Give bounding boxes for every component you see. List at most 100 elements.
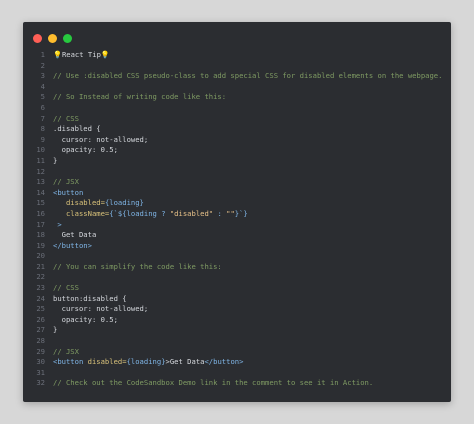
code-line: 16 className={`${loading ? "disabled" : … — [23, 209, 451, 220]
code-token: className= — [53, 208, 110, 218]
code-token: // Check out the CodeSandbox Demo link i… — [53, 378, 374, 388]
line-number: 6 — [40, 102, 45, 112]
code-line: 12 — [23, 167, 451, 178]
line-text: cursor: not-allowed; — [53, 135, 149, 146]
code-line: 15 disabled={loading} — [23, 198, 451, 209]
line-number: 9 — [40, 134, 45, 144]
line-number: 15 — [36, 198, 45, 208]
code-token: "" — [226, 208, 235, 218]
code-line: 25 cursor: not-allowed; — [23, 304, 451, 315]
line-number: 19 — [36, 240, 45, 250]
window-controls — [33, 34, 72, 43]
line-text: // Use :disabled CSS pseudo-class to add… — [53, 71, 442, 82]
line-number: 14 — [36, 187, 45, 197]
code-token: 💡React Tip💡 — [53, 50, 110, 59]
line-text: <button — [53, 188, 83, 199]
line-number: 27 — [36, 325, 45, 335]
line-text: // You can simplify the code like this: — [53, 262, 222, 273]
line-number: 20 — [36, 251, 45, 261]
minimize-dot-icon[interactable] — [48, 34, 57, 43]
close-dot-icon[interactable] — [33, 34, 42, 43]
code-token: button:disabled { — [53, 293, 127, 303]
code-token: {loading} — [126, 357, 166, 367]
line-number: 25 — [36, 304, 45, 314]
line-text: // CSS — [53, 114, 79, 125]
line-text: // JSX — [53, 177, 79, 188]
line-text: cursor: not-allowed; — [53, 304, 149, 315]
code-token: cursor: not-allowed; — [53, 304, 149, 314]
code-token: // CSS — [53, 113, 79, 123]
code-token: opacity: 0.5; — [53, 314, 118, 324]
code-token: // So Instead of writing code like this: — [53, 92, 227, 102]
line-number: 17 — [36, 219, 45, 229]
maximize-dot-icon[interactable] — [63, 34, 72, 43]
code-line: 10 opacity: 0.5; — [23, 145, 451, 156]
code-token: }`} — [234, 208, 248, 218]
line-text: .disabled { — [53, 124, 101, 135]
code-token: // JSX — [53, 177, 79, 187]
code-line: 29 // JSX — [23, 347, 451, 358]
code-token: .disabled { — [53, 124, 101, 134]
line-number: 7 — [40, 113, 45, 123]
line-number: 23 — [36, 283, 45, 293]
line-number: 22 — [36, 272, 45, 282]
code-token: <button — [53, 357, 88, 367]
code-editor: 1 💡React Tip💡 2 3 // Use :disabled CSS pseud… — [23, 50, 451, 389]
code-token: // You can simplify the code like this: — [53, 261, 222, 271]
code-token: {`${loading ? — [109, 208, 170, 218]
code-token: } — [53, 325, 58, 335]
code-token: >Get Data — [165, 357, 205, 367]
code-line: 31 — [23, 368, 451, 379]
code-line: 9 cursor: not-allowed; — [23, 135, 451, 146]
code-token: // CSS — [53, 283, 79, 293]
line-text: 💡React Tip💡 — [53, 50, 110, 61]
line-text: <button disabled={loading}>Get Data</but… — [53, 357, 243, 368]
line-number: 31 — [36, 367, 45, 377]
code-line: 28 — [23, 336, 451, 347]
line-number: 24 — [36, 293, 45, 303]
code-line: 2 — [23, 61, 451, 72]
line-number: 29 — [36, 346, 45, 356]
code-line: 8 .disabled { — [23, 124, 451, 135]
line-number: 32 — [36, 378, 45, 388]
line-number: 11 — [36, 155, 45, 165]
code-line: 21 // You can simplify the code like this… — [23, 262, 451, 273]
line-text: } — [53, 156, 57, 167]
code-token: // JSX — [53, 346, 79, 356]
line-text: disabled={loading} — [53, 198, 144, 209]
line-text: // So Instead of writing code like this: — [53, 92, 226, 103]
line-text: opacity: 0.5; — [53, 145, 118, 156]
code-line: 14 <button — [23, 188, 451, 199]
code-token: </button> — [53, 240, 92, 250]
line-number: 18 — [36, 230, 45, 240]
code-token: } — [53, 155, 58, 165]
code-token: : — [213, 208, 227, 218]
code-token: > — [53, 219, 62, 229]
code-line: 26 opacity: 0.5; — [23, 315, 451, 326]
code-line: 7 // CSS — [23, 114, 451, 125]
line-number: 30 — [36, 357, 45, 367]
code-line: 22 — [23, 272, 451, 283]
code-token: disabled= — [87, 357, 127, 367]
code-line: 1 💡React Tip💡 — [23, 50, 451, 61]
code-line: 6 — [23, 103, 451, 114]
line-text: Get Data — [53, 230, 97, 241]
line-text: opacity: 0.5; — [53, 315, 118, 326]
line-text: // CSS — [53, 283, 79, 294]
code-line: 19 </button> — [23, 241, 451, 252]
code-token: Get Data — [53, 230, 97, 240]
code-token: </button> — [204, 357, 244, 367]
line-number: 2 — [40, 60, 45, 70]
line-text: } — [53, 325, 57, 336]
line-number: 21 — [36, 261, 45, 271]
line-number: 12 — [36, 166, 45, 176]
code-line: 30 <button disabled={loading}>Get Data</b… — [23, 357, 451, 368]
code-line: 17 > — [23, 220, 451, 231]
line-number: 16 — [36, 208, 45, 218]
code-line: 5 // So Instead of writing code like this… — [23, 92, 451, 103]
code-line: 4 — [23, 82, 451, 93]
line-number: 26 — [36, 314, 45, 324]
line-text: > — [53, 219, 62, 231]
line-text: className={`${loading ? "disabled" : ""}… — [53, 209, 248, 220]
line-number: 5 — [40, 92, 45, 102]
